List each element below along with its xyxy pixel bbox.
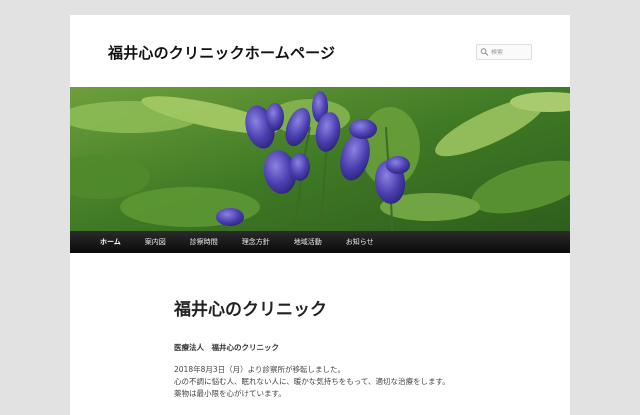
body-text-line: 薬物は最小限を心がけています。 — [174, 389, 286, 398]
organization-name: 医療法人 福井心のクリニック — [174, 343, 279, 352]
nav-item[interactable]: 地域活動 — [282, 231, 334, 253]
nav-item[interactable]: ホーム — [70, 231, 133, 253]
nav-item[interactable]: 診察時間 — [178, 231, 230, 253]
site-title-link[interactable]: 福井心のクリニックホームページ — [108, 42, 335, 63]
search-icon[interactable] — [480, 47, 489, 57]
entry: 福井心のクリニック 医療法人 福井心のクリニック 2018年8月3日（月）より診… — [174, 295, 504, 400]
search-input[interactable] — [489, 48, 531, 56]
page-title: 福井心のクリニック — [174, 300, 327, 320]
nav-item[interactable]: 理念方針 — [230, 231, 282, 253]
main-navigation: ホーム 案内図 診察時間 理念方針 地域活動 お知らせ — [70, 231, 570, 253]
entry-body: 2018年8月3日（月）より診察所が移転しました。心の不調に悩む人、眠れない人に… — [174, 364, 504, 400]
page-container: 福井心のクリニックホームページ 検索 ホーム 案内図 診察時間 理念方針 地域活… — [70, 15, 570, 415]
body-text-line: 2018年8月3日（月）より診察所が移転しました。 — [174, 365, 345, 374]
search-form — [476, 44, 532, 60]
body-text-line: 心の不調に悩む人、眠れない人に、暖かな気持ちをもって、適切な治療をします。 — [174, 377, 450, 386]
header-image — [70, 87, 570, 231]
site-header: 福井心のクリニックホームページ — [70, 15, 570, 87]
nav-item[interactable]: お知らせ — [334, 231, 386, 253]
nav-item[interactable]: 案内図 — [133, 231, 178, 253]
